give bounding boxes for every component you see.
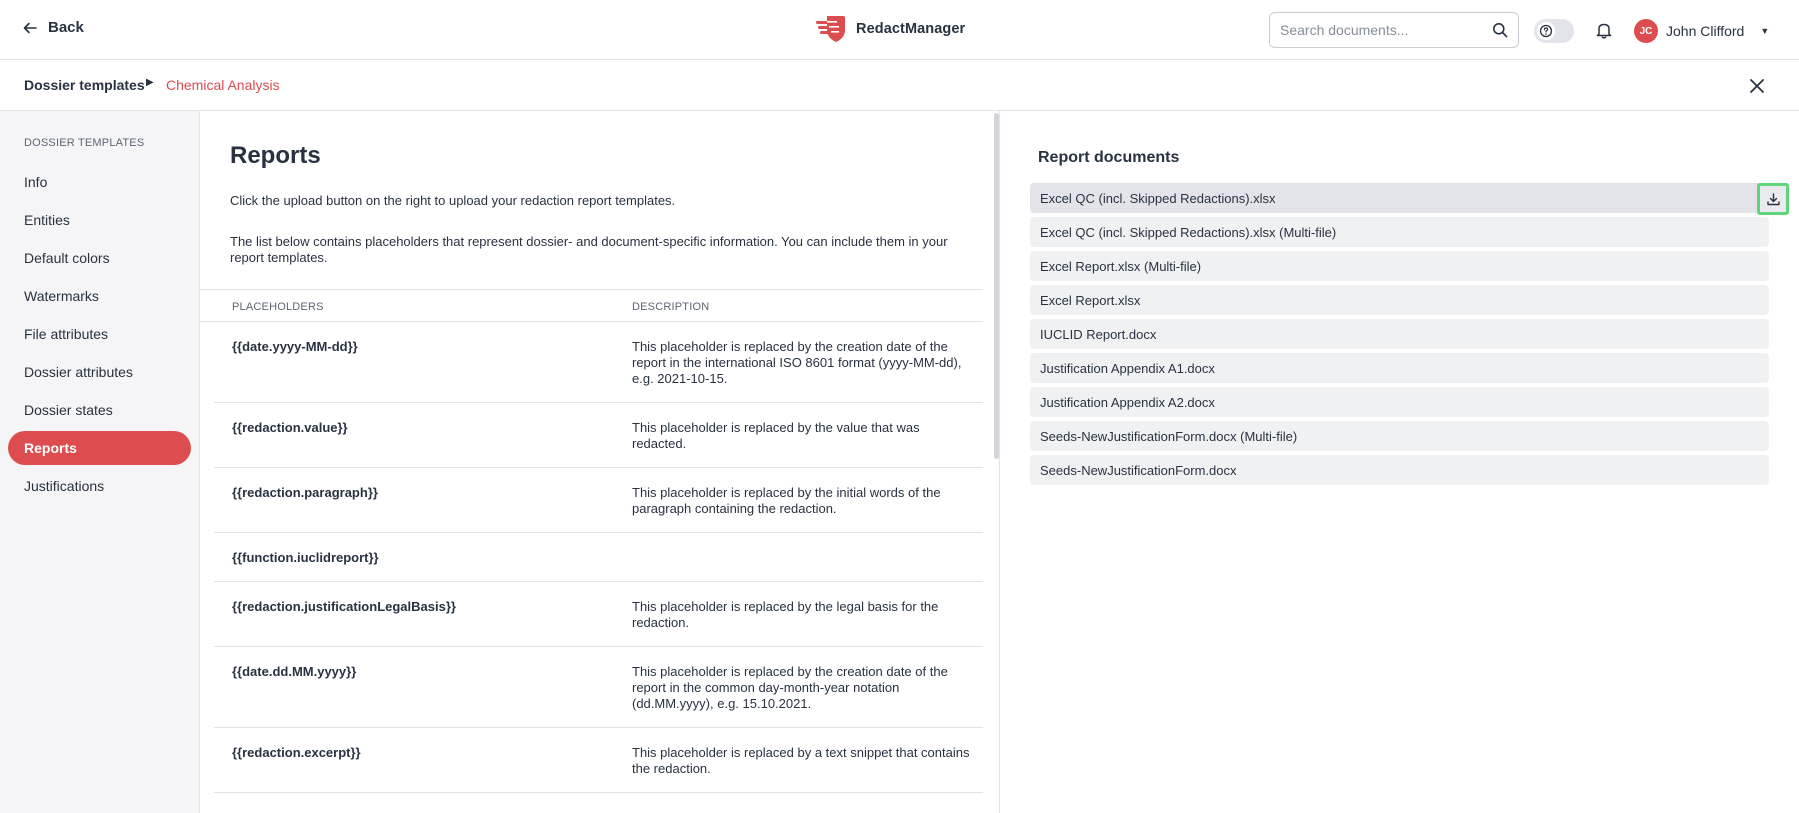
sidebar-item-dossier-states[interactable]: Dossier states: [8, 393, 191, 427]
report-document-item[interactable]: Excel Report.xlsx (Multi-file): [1030, 251, 1769, 281]
report-document-name: Justification Appendix A1.docx: [1040, 360, 1215, 376]
placeholder-table-header: PLACEHOLDERS DESCRIPTION: [200, 289, 983, 322]
table-row: {{function.iuclidreport}}: [214, 533, 983, 582]
arrow-left-icon: [23, 22, 37, 33]
placeholder-name: {{function.iuclidreport}}: [232, 550, 379, 565]
redact-logo-icon: [816, 16, 845, 42]
back-label: Back: [48, 19, 84, 36]
close-icon[interactable]: [1747, 76, 1767, 96]
top-bar: Back RedactManager JC John Clifford ▼: [0, 0, 1799, 60]
sidebar-item-watermarks[interactable]: Watermarks: [8, 279, 191, 313]
sidebar-item-dossier-attributes[interactable]: Dossier attributes: [8, 355, 191, 389]
column-header-description: DESCRIPTION: [632, 301, 710, 313]
table-row: {{redaction.value}} This placeholder is …: [214, 403, 983, 468]
upload-instructions: Click the upload button on the right to …: [230, 193, 676, 208]
download-button[interactable]: [1757, 183, 1789, 215]
report-document-name: Seeds-NewJustificationForm.docx (Multi-f…: [1040, 428, 1298, 444]
search-box: [1269, 12, 1519, 48]
column-header-placeholders: PLACEHOLDERS: [232, 301, 324, 313]
report-document-name: Seeds-NewJustificationForm.docx: [1040, 462, 1237, 478]
table-row: {{date.yyyy-MM-dd}} This placeholder is …: [214, 322, 983, 403]
search-icon[interactable]: [1492, 22, 1508, 38]
breadcrumb: Dossier templates ▶ Chemical Analysis: [0, 60, 1799, 111]
user-name: John Clifford: [1666, 23, 1745, 39]
sidebar-item-file-attributes[interactable]: File attributes: [8, 317, 191, 351]
placeholder-description: This placeholder is replaced by a text s…: [632, 745, 970, 776]
page-title: Reports: [230, 142, 321, 169]
help-icon: [1539, 24, 1553, 38]
report-document-item[interactable]: Seeds-NewJustificationForm.docx: [1030, 455, 1769, 485]
bell-icon[interactable]: [1595, 21, 1613, 39]
report-document-item[interactable]: Excel QC (incl. Skipped Redactions).xlsx: [1030, 183, 1789, 215]
placeholder-name: {{redaction.excerpt}}: [232, 745, 361, 760]
placeholder-name: {{date.yyyy-MM-dd}}: [232, 339, 358, 354]
placeholder-description: This placeholder is replaced by the crea…: [632, 664, 948, 711]
back-button[interactable]: Back: [22, 19, 84, 36]
report-document-item[interactable]: Excel QC (incl. Skipped Redactions).xlsx…: [1030, 217, 1769, 247]
brand-name: RedactManager: [856, 21, 966, 37]
breadcrumb-current[interactable]: Chemical Analysis: [166, 77, 280, 93]
sidebar-item-info[interactable]: Info: [8, 165, 191, 199]
sidebar-item-justifications[interactable]: Justifications: [8, 469, 191, 503]
report-document-item[interactable]: Excel Report.xlsx: [1030, 285, 1769, 315]
search-input[interactable]: [1280, 22, 1492, 38]
sidebar-item-default-colors[interactable]: Default colors: [8, 241, 191, 275]
report-documents-title: Report documents: [1038, 149, 1180, 166]
caret-down-icon: ▼: [1760, 26, 1770, 36]
table-row: {{date.dd.MM.yyyy}} This placeholder is …: [214, 647, 983, 728]
table-row: {{redaction.excerpt}} This placeholder i…: [214, 728, 983, 793]
help-mode-toggle[interactable]: [1534, 19, 1574, 43]
report-document-item[interactable]: Seeds-NewJustificationForm.docx (Multi-f…: [1030, 421, 1769, 451]
report-document-name: IUCLID Report.docx: [1040, 326, 1157, 342]
user-menu[interactable]: JC John Clifford ▼: [1634, 19, 1769, 43]
avatar: JC: [1634, 19, 1658, 43]
report-document-item[interactable]: Justification Appendix A1.docx: [1030, 353, 1769, 383]
report-documents-panel: Report documents Excel QC (incl. Skipped…: [1000, 111, 1799, 813]
placeholder-description: This placeholder is replaced by the lega…: [632, 599, 939, 630]
sidebar: DOSSIER TEMPLATES Info Entities Default …: [0, 111, 200, 813]
table-row: {{redaction.paragraph}} This placeholder…: [214, 468, 983, 533]
placeholder-instructions: The list below contains placeholders tha…: [230, 234, 948, 265]
placeholder-description: This placeholder is replaced by the init…: [632, 485, 941, 516]
placeholder-name: {{redaction.paragraph}}: [232, 485, 378, 500]
report-document-name: Excel QC (incl. Skipped Redactions).xlsx: [1040, 190, 1276, 206]
report-document-item[interactable]: Justification Appendix A2.docx: [1030, 387, 1769, 417]
sidebar-item-entities[interactable]: Entities: [8, 203, 191, 237]
placeholder-name: {{redaction.value}}: [232, 420, 348, 435]
sidebar-section-title: DOSSIER TEMPLATES: [24, 137, 145, 149]
report-document-name: Excel QC (incl. Skipped Redactions).xlsx…: [1040, 224, 1337, 240]
download-icon: [1766, 192, 1780, 205]
placeholder-description: This placeholder is replaced by the valu…: [632, 420, 920, 451]
report-document-name: Excel Report.xlsx: [1040, 292, 1141, 308]
toggle-knob: [1537, 22, 1555, 40]
breadcrumb-dossier-templates[interactable]: Dossier templates: [24, 77, 145, 93]
report-document-name: Justification Appendix A2.docx: [1040, 394, 1215, 410]
table-row: {{redaction.justificationLegalBasis}} Th…: [214, 582, 983, 647]
placeholder-name: {{redaction.justificationLegalBasis}}: [232, 599, 456, 614]
placeholder-description: This placeholder is replaced by the crea…: [632, 339, 962, 386]
brand[interactable]: RedactManager: [815, 14, 965, 44]
report-document-name: Excel Report.xlsx (Multi-file): [1040, 258, 1202, 274]
chevron-right-icon: ▶: [146, 77, 154, 88]
report-document-item[interactable]: IUCLID Report.docx: [1030, 319, 1769, 349]
sidebar-item-reports[interactable]: Reports: [8, 431, 191, 465]
placeholder-name: {{date.dd.MM.yyyy}}: [232, 664, 357, 679]
reports-content: Reports Click the upload button on the r…: [200, 111, 999, 813]
